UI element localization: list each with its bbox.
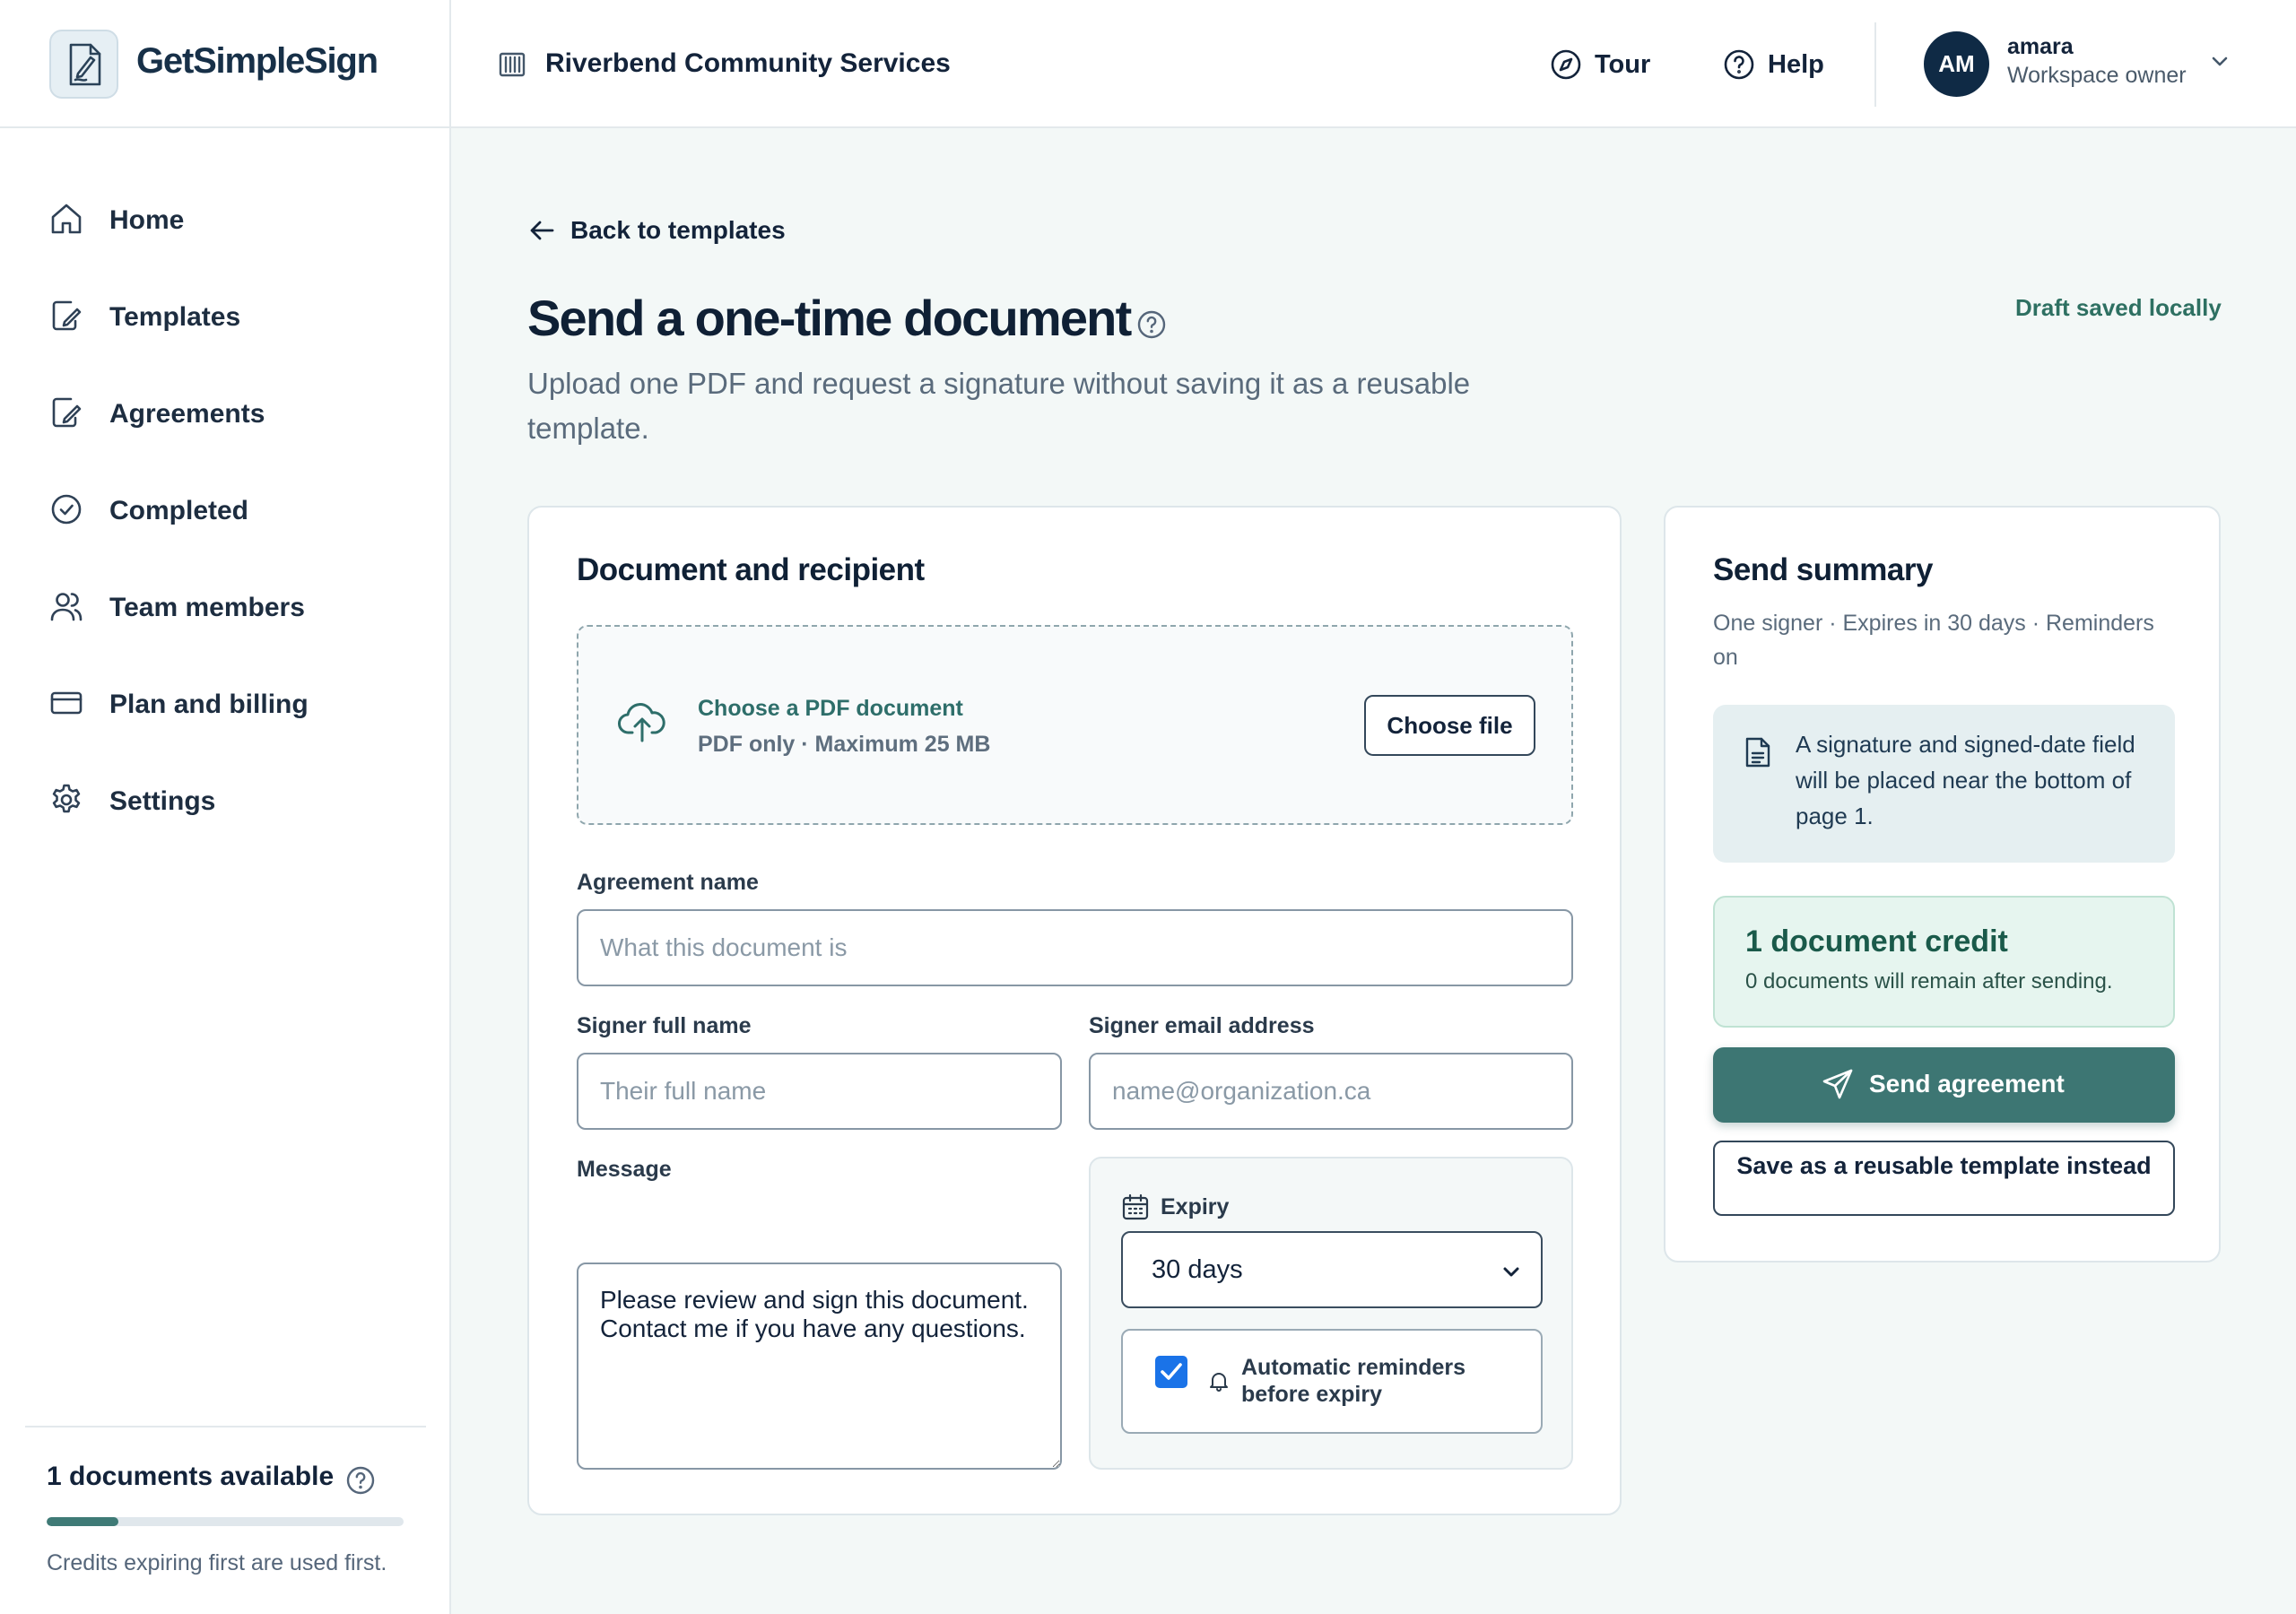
- automatic-reminders-option[interactable]: Automatic reminders before expiry: [1121, 1329, 1543, 1434]
- agreement-name-label: Agreement name: [577, 870, 759, 895]
- sidebar-item-label: Templates: [109, 302, 241, 332]
- sidebar-item-label: Completed: [109, 496, 249, 525]
- page-title: Send a one-time document: [527, 290, 1132, 346]
- agreement-name-input[interactable]: [577, 909, 1573, 986]
- building-icon: [499, 52, 526, 77]
- signer-name-input[interactable]: [577, 1053, 1062, 1130]
- send-summary-card: Send summary One signer · Expires in 30 …: [1664, 506, 2221, 1263]
- credit-notice: 1 document credit 0 documents will remai…: [1713, 896, 2175, 1028]
- reminders-label: Automatic reminders before expiry: [1241, 1355, 1466, 1407]
- save-as-template-label: Save as a reusable template instead: [1736, 1152, 2152, 1179]
- document-icon: [1745, 737, 1770, 768]
- page-subtitle: Upload one PDF and request a signature w…: [527, 367, 1471, 445]
- sidebar-item-plan-billing[interactable]: Plan and billing: [49, 675, 426, 729]
- sidebar-item-label: Team members: [109, 593, 305, 622]
- upload-title: Choose a PDF document: [698, 696, 963, 721]
- brand-logo-icon[interactable]: [49, 30, 118, 99]
- arrow-left-icon: [530, 221, 554, 240]
- choose-file-button[interactable]: Choose file: [1364, 695, 1535, 756]
- signer-email-input[interactable]: [1089, 1053, 1573, 1130]
- user-name[interactable]: amara: [2007, 34, 2074, 60]
- credit-remaining: 0 documents will remain after sending.: [1745, 969, 2113, 994]
- summary-title: Send summary: [1713, 552, 1933, 587]
- document-recipient-card: Document and recipient Choose a PDF docu…: [527, 506, 1622, 1515]
- agreement-icon: [52, 397, 82, 428]
- check-circle-icon: [51, 494, 82, 525]
- summary-subtitle: One signer · Expires in 30 days · Remind…: [1713, 611, 2154, 670]
- send-agreement-button[interactable]: Send agreement: [1713, 1047, 2175, 1123]
- pdf-upload-dropzone[interactable]: Choose a PDF document PDF only · Maximum…: [577, 625, 1573, 825]
- sidebar-item-templates[interactable]: Templates: [49, 288, 426, 342]
- top-bar: GetSimpleSign Riverbend Community Servic…: [0, 0, 2296, 128]
- credits-note: Credits expiring first are used first.: [47, 1550, 387, 1575]
- avatar[interactable]: AM: [1924, 31, 1989, 97]
- header-divider: [1874, 22, 1876, 107]
- send-agreement-label: Send agreement: [1869, 1070, 2065, 1098]
- back-label: Back to templates: [570, 216, 786, 244]
- expiry-panel: Expiry 30 days Automatic reminders befor…: [1089, 1157, 1573, 1470]
- credit-title: 1 document credit: [1745, 924, 2008, 959]
- upload-hint: PDF only · Maximum 25 MB: [698, 732, 991, 757]
- sidebar-item-label: Home: [109, 205, 185, 235]
- draft-status: Draft saved locally: [2015, 294, 2222, 321]
- send-icon: [1822, 1069, 1853, 1099]
- credits-progress-fill: [47, 1517, 118, 1526]
- checkmark-icon: [1161, 1363, 1182, 1380]
- template-icon: [52, 300, 82, 331]
- signer-email-label: Signer email address: [1089, 1013, 1315, 1038]
- sidebar-item-agreements[interactable]: Agreements: [49, 385, 426, 438]
- sidebar: Home Templates Agreements Completed Team…: [0, 128, 451, 1614]
- credit-card-icon: [50, 691, 83, 715]
- chevron-down-icon[interactable]: [2208, 50, 2231, 74]
- section-title: Document and recipient: [577, 552, 925, 587]
- chevron-down-icon: [1503, 1267, 1519, 1277]
- sidebar-item-label: Settings: [109, 786, 216, 816]
- signature-placement-text: A signature and signed-date field will b…: [1796, 731, 2135, 829]
- tour-link[interactable]: Tour: [1550, 45, 1657, 84]
- expiry-label: Expiry: [1161, 1194, 1230, 1219]
- sidebar-item-label: Agreements: [109, 399, 265, 429]
- reminders-checkbox[interactable]: [1155, 1356, 1187, 1388]
- organization-name: Riverbend Community Services: [545, 48, 951, 78]
- credits-progress-bar: [47, 1517, 404, 1526]
- expiry-selected-value: 30 days: [1152, 1255, 1243, 1284]
- brand: GetSimpleSign: [0, 0, 451, 128]
- sidebar-item-home[interactable]: Home: [49, 191, 426, 245]
- save-as-template-button[interactable]: Save as a reusable template instead: [1713, 1141, 2175, 1216]
- sidebar-divider: [25, 1426, 426, 1427]
- credits-available: 1 documents available: [47, 1462, 335, 1491]
- sidebar-item-settings[interactable]: Settings: [49, 772, 426, 826]
- message-textarea[interactable]: Please review and sign this document. Co…: [577, 1263, 1062, 1470]
- expiry-select[interactable]: 30 days: [1121, 1231, 1543, 1308]
- help-label: Help: [1768, 50, 1824, 79]
- compass-icon: [1551, 49, 1581, 80]
- help-circle-icon[interactable]: [1136, 309, 1167, 340]
- message-label: Message: [577, 1157, 672, 1182]
- user-role: Workspace owner: [2007, 63, 2187, 88]
- signature-placement-info: A signature and signed-date field will b…: [1713, 705, 2175, 863]
- tour-label: Tour: [1595, 50, 1651, 79]
- help-link[interactable]: Help: [1723, 45, 1831, 84]
- sidebar-item-label: Plan and billing: [109, 690, 309, 719]
- bell-icon: [1210, 1373, 1228, 1392]
- sidebar-item-completed[interactable]: Completed: [49, 482, 426, 535]
- home-icon: [51, 204, 82, 234]
- gear-icon: [52, 784, 81, 813]
- signer-name-label: Signer full name: [577, 1013, 752, 1038]
- calendar-icon: [1122, 1193, 1149, 1220]
- help-circle-icon[interactable]: [345, 1465, 376, 1496]
- users-icon: [50, 593, 83, 621]
- sidebar-item-team-members[interactable]: Team members: [49, 578, 426, 632]
- help-circle-icon: [1724, 49, 1754, 80]
- brand-name[interactable]: GetSimpleSign: [136, 41, 378, 82]
- upload-cloud-icon: [618, 703, 665, 742]
